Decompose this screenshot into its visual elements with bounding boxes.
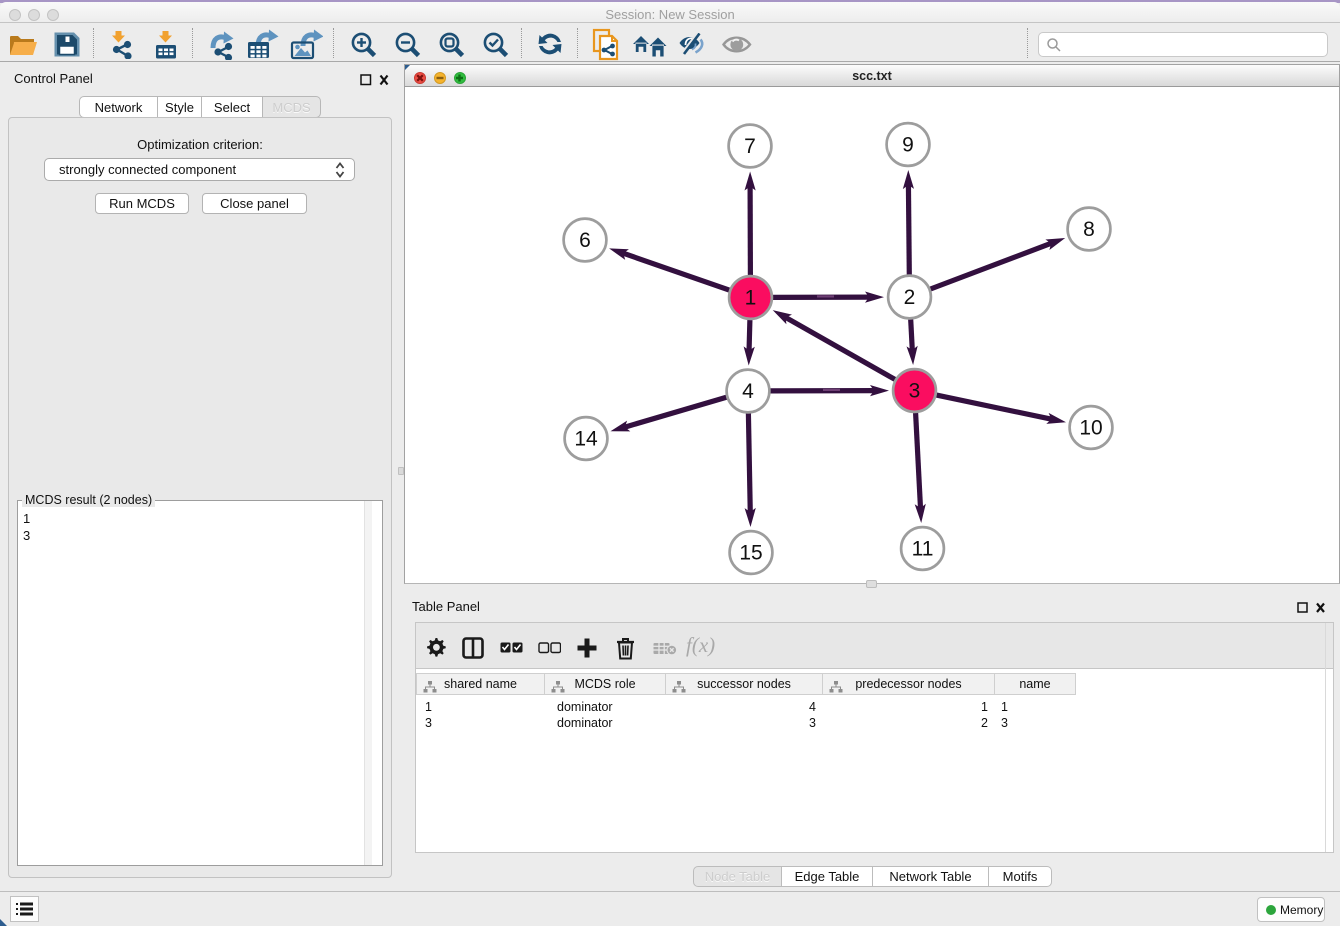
svg-text:8: 8: [1083, 218, 1095, 241]
svg-text:4: 4: [742, 380, 754, 403]
svg-text:14: 14: [574, 428, 598, 451]
svg-text:6: 6: [579, 229, 591, 252]
svg-text:15: 15: [739, 542, 762, 565]
svg-text:9: 9: [902, 134, 914, 157]
svg-text:1: 1: [745, 287, 757, 310]
svg-text:10: 10: [1079, 417, 1102, 440]
svg-text:11: 11: [912, 538, 934, 561]
svg-text:3: 3: [909, 380, 921, 403]
svg-text:7: 7: [744, 135, 756, 158]
svg-text:2: 2: [904, 286, 916, 309]
